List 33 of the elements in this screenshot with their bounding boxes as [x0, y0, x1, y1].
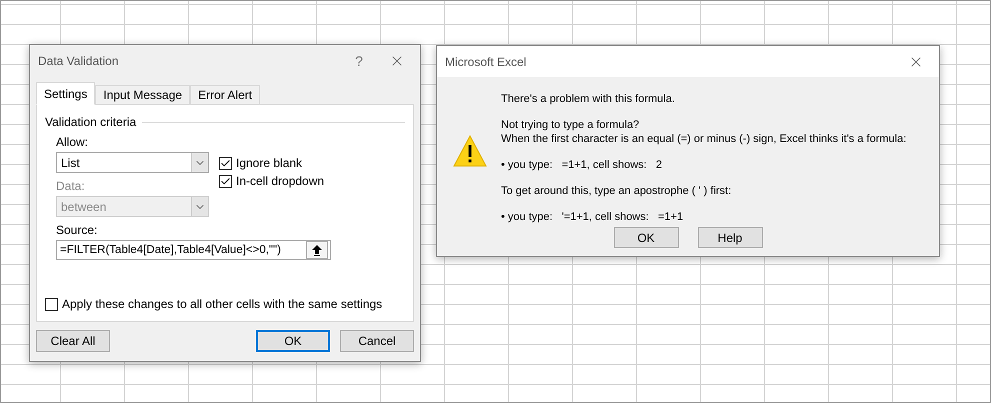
- checkbox-label: Ignore blank: [236, 156, 302, 170]
- field-label: Allow:: [56, 135, 90, 149]
- checkbox-label: In-cell dropdown: [236, 174, 324, 188]
- help-button[interactable]: ?: [344, 52, 374, 68]
- dialog-button[interactable]: OK: [614, 227, 678, 248]
- message-text: There's a problem with this formula.: [501, 93, 676, 105]
- dialog-button[interactable]: OK: [256, 330, 330, 352]
- dialog-button[interactable]: Cancel: [340, 330, 414, 352]
- checkbox-label: Apply these changes to all other cells with the same settings: [62, 297, 382, 311]
- tab[interactable]: Settings: [36, 82, 96, 105]
- window-title: Data Validation: [38, 54, 120, 68]
- up-arrow-icon: [312, 244, 322, 256]
- source-field[interactable]: =FILTER(Table4[Date],Table4[Value]<>0,""): [56, 240, 331, 260]
- collapse-button[interactable]: [306, 241, 328, 259]
- field-label: Data:: [56, 179, 86, 193]
- tab[interactable]: Error Alert: [190, 85, 260, 104]
- dropdown[interactable]: List: [56, 152, 209, 173]
- message-text: • you type: '=1+1, cell shows: =1+1: [501, 211, 684, 223]
- source-value: =FILTER(Table4[Date],Table4[Value]<>0,""): [60, 244, 281, 256]
- field-label: Source:: [56, 223, 98, 237]
- tab[interactable]: Input Message: [95, 85, 190, 104]
- window-title: Microsoft Excel: [445, 54, 528, 68]
- checkbox[interactable]: [45, 298, 58, 310]
- message-text: To get around this, type an apostrophe ( ' ) first:: [501, 185, 732, 197]
- message-text: When the first character is an equal (=) or minus (-) sign, Excel thinks it's a formula:: [501, 133, 906, 145]
- dialog-button[interactable]: Help: [698, 227, 762, 248]
- group-label: Validation criteria: [45, 115, 136, 129]
- checkbox[interactable]: [219, 156, 232, 170]
- message-text: • you type: =1+1, cell shows: 2: [501, 159, 663, 171]
- warning-icon: [453, 135, 487, 167]
- dialog-button[interactable]: Clear All: [36, 330, 110, 352]
- checkbox[interactable]: [219, 174, 232, 188]
- message-text: Not trying to type a formula?: [501, 119, 640, 131]
